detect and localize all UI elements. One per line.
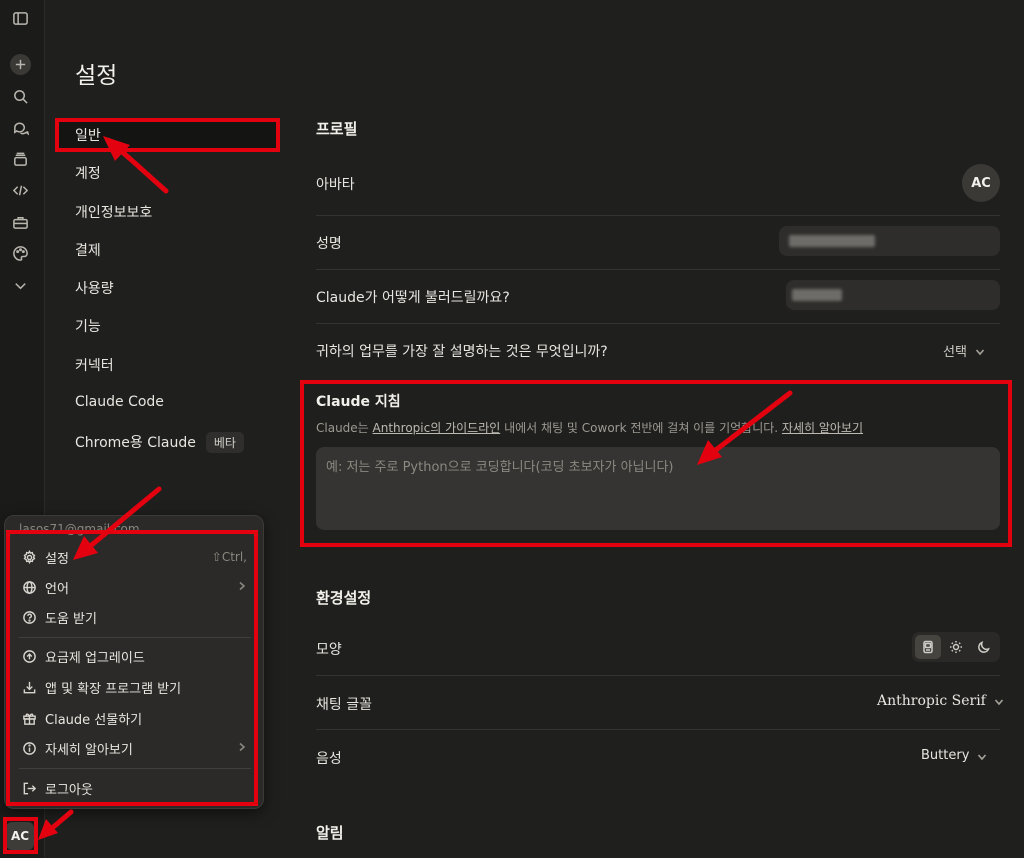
menu-item-logout[interactable]: 로그아웃 — [15, 775, 251, 801]
nav-item-claude-in-chrome[interactable]: Chrome용 Claude 베타 — [75, 432, 244, 453]
menu-item-upgrade[interactable]: 요금제 업그레이드 — [15, 643, 251, 669]
menu-item-label: 자세히 알아보기 — [45, 742, 133, 758]
nav-item-claude-code[interactable]: Claude Code — [75, 394, 164, 410]
nav-item-usage[interactable]: 사용량 — [75, 278, 114, 298]
sidebar-toggle-icon[interactable] — [10, 8, 30, 28]
guidelines-link[interactable]: Anthropic의 가이드라인 — [373, 421, 501, 435]
info-icon — [21, 740, 37, 756]
menu-item-label: Claude 선물하기 — [45, 712, 143, 728]
nav-item-capabilities[interactable]: 기능 — [75, 316, 101, 336]
fullname-input[interactable] — [779, 226, 1000, 256]
theme-toggle-group — [912, 632, 1000, 662]
shortcut-hint: ⇧Ctrl, — [211, 550, 247, 564]
search-icon[interactable] — [10, 86, 30, 106]
user-avatar-button[interactable]: AC — [6, 822, 34, 850]
palette-icon[interactable] — [10, 243, 30, 263]
profile-heading: 프로필 — [316, 120, 358, 138]
logout-icon — [21, 780, 37, 796]
voice-select[interactable]: Buttery — [921, 748, 987, 763]
menu-separator — [19, 637, 251, 638]
work-select-value: 선택 — [943, 345, 967, 360]
theme-dark-button[interactable] — [971, 635, 997, 659]
instructions-heading: Claude 지침 — [316, 394, 401, 410]
menu-item-label: 앱 및 확장 프로그램 받기 — [45, 681, 182, 697]
download-icon — [21, 679, 37, 695]
menu-item-gift[interactable]: Claude 선물하기 — [15, 705, 251, 731]
sun-icon — [950, 641, 962, 653]
new-chat-icon[interactable] — [10, 54, 31, 75]
instructions-textarea[interactable]: 예: 저는 주로 Python으로 코딩합니다(코딩 초보자가 아닙니다) — [316, 447, 1000, 530]
menu-item-label: 언어 — [45, 581, 69, 597]
page-title: 설정 — [75, 63, 118, 89]
instructions-description: Claude는 Anthropic의 가이드라인 내에서 채팅 및 Cowork… — [316, 419, 863, 436]
menu-item-settings[interactable]: 설정 ⇧Ctrl, — [15, 544, 251, 570]
instructions-placeholder: 예: 저는 주로 Python으로 코딩합니다(코딩 초보자가 아닙니다) — [326, 460, 674, 475]
menu-item-label: 도움 받기 — [45, 611, 97, 627]
nav-item-account[interactable]: 계정 — [75, 163, 101, 183]
profile-avatar[interactable]: AC — [962, 164, 1000, 202]
menu-item-label: 로그아웃 — [45, 782, 93, 798]
divider — [316, 729, 1000, 730]
device-icon — [923, 640, 933, 654]
redacted-callname — [792, 289, 842, 301]
code-icon[interactable] — [10, 180, 30, 200]
account-menu: lasos71@gmail.com 설정 ⇧Ctrl, 언어 도움 받기 요금제… — [4, 515, 264, 809]
chevron-down-icon — [994, 696, 1004, 706]
chevron-right-icon — [237, 741, 247, 756]
chat-font-value: Anthropic Serif — [877, 693, 986, 709]
desc-text: Claude는 — [316, 421, 373, 435]
divider — [316, 269, 1000, 270]
menu-item-language[interactable]: 언어 — [15, 574, 251, 600]
chevron-down-icon — [977, 751, 987, 761]
chevron-down-icon[interactable] — [10, 275, 30, 295]
nav-item-billing[interactable]: 결제 — [75, 240, 101, 260]
chats-icon[interactable] — [10, 118, 30, 138]
menu-separator — [19, 768, 251, 769]
divider — [316, 675, 1000, 676]
nav-item-general[interactable]: 일반 — [75, 125, 101, 145]
voice-value: Buttery — [921, 748, 970, 763]
menu-item-label: 설정 — [45, 551, 69, 567]
work-label: 귀하의 업무를 가장 잘 설명하는 것은 무엇입니까? — [316, 344, 608, 360]
theme-system-button[interactable] — [915, 635, 941, 659]
help-icon — [21, 609, 37, 625]
nav-item-label: Chrome용 Claude — [75, 435, 196, 451]
moon-icon — [978, 641, 990, 653]
account-email: lasos71@gmail.com — [19, 522, 140, 536]
voice-label: 음성 — [316, 751, 342, 767]
globe-icon — [21, 579, 37, 595]
menu-item-label: 요금제 업그레이드 — [45, 650, 145, 666]
divider — [316, 323, 1000, 324]
toolbox-icon[interactable] — [10, 212, 30, 232]
chat-font-label: 채팅 글꼴 — [316, 697, 372, 713]
learn-more-link[interactable]: 자세히 알아보기 — [782, 421, 863, 435]
fullname-label: 성명 — [316, 236, 342, 252]
chevron-right-icon — [237, 580, 247, 595]
chevron-down-icon — [975, 346, 985, 356]
chat-font-select[interactable]: Anthropic Serif — [877, 693, 1004, 709]
avatar-label: 아바타 — [316, 177, 355, 193]
work-select[interactable]: 선택 — [943, 341, 985, 360]
theme-light-button[interactable] — [943, 635, 969, 659]
appearance-label: 모양 — [316, 642, 342, 658]
gift-icon — [21, 710, 37, 726]
beta-badge: 베타 — [205, 432, 244, 453]
menu-item-help[interactable]: 도움 받기 — [15, 604, 251, 630]
upgrade-icon — [21, 648, 37, 664]
divider — [316, 215, 1000, 216]
callname-input[interactable] — [786, 280, 1000, 310]
nav-item-privacy[interactable]: 개인정보보호 — [75, 202, 152, 222]
preferences-heading: 환경설정 — [316, 589, 372, 607]
menu-item-get-apps[interactable]: 앱 및 확장 프로그램 받기 — [15, 674, 251, 700]
nav-item-connectors[interactable]: 커넥터 — [75, 355, 114, 375]
menu-item-learn-more[interactable]: 자세히 알아보기 — [15, 735, 251, 761]
notifications-heading: 알림 — [316, 824, 344, 842]
redacted-name — [789, 235, 875, 247]
desc-text: 내에서 채팅 및 Cowork 전반에 걸쳐 이를 기억합니다. — [500, 421, 782, 435]
projects-icon[interactable] — [10, 149, 30, 169]
gear-icon — [21, 549, 37, 565]
callname-label: Claude가 어떻게 불러드릴까요? — [316, 290, 510, 306]
